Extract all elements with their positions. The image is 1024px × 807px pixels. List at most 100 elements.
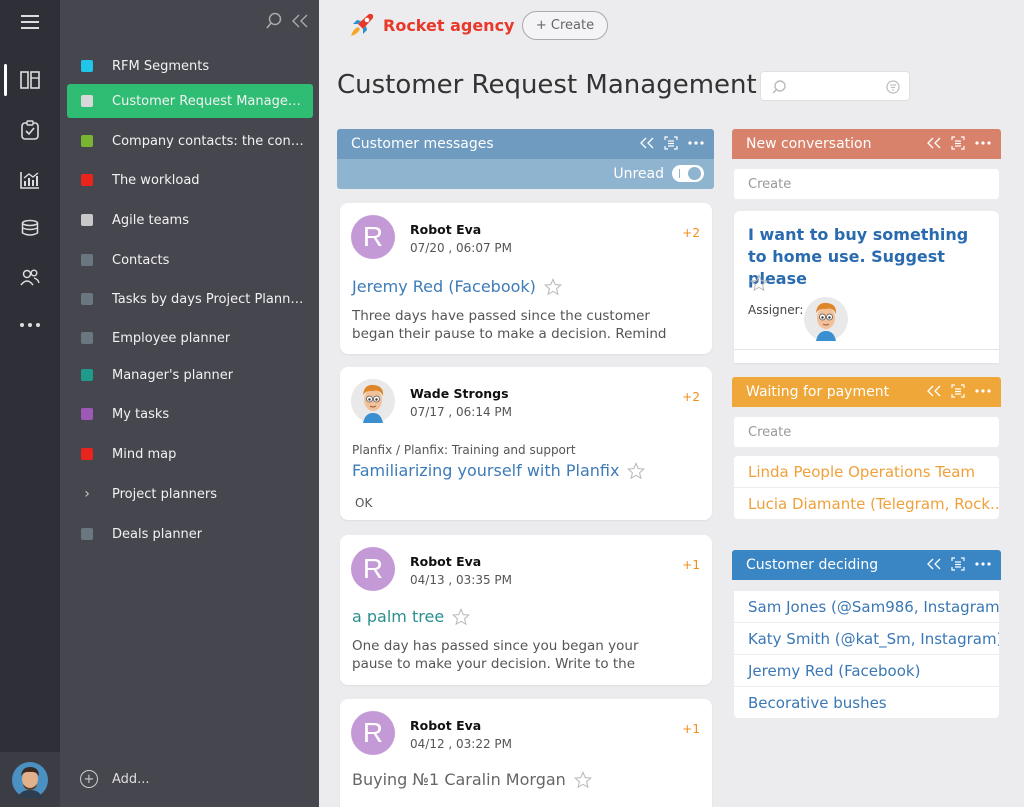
create-button[interactable]: + Create [522, 11, 608, 40]
quick-create-input[interactable]: Create [734, 417, 999, 447]
assigner-avatar-icon[interactable] [804, 297, 848, 341]
list-item[interactable]: Linda People Operations Team [734, 456, 999, 487]
column-header-customer-deciding[interactable]: Customer deciding [732, 550, 1001, 580]
column-header-waiting-for-payment[interactable]: Waiting for payment [732, 377, 1001, 407]
collapse-column-icon[interactable] [640, 135, 654, 151]
list-item[interactable]: Jeremy Red (Facebook) [734, 655, 999, 686]
nav-item-the-workload[interactable]: The workload [67, 163, 313, 197]
message-timestamp: 07/17 , 06:14 PM [410, 405, 513, 419]
star-icon[interactable] [452, 607, 471, 626]
nav-item-project-planners[interactable]: › Project planners [67, 477, 313, 511]
list-item[interactable]: Lucia Diamante (Telegram, Rock... [734, 488, 999, 519]
tasks-icon[interactable] [0, 110, 60, 150]
nav-add-button[interactable]: + Add... [80, 770, 150, 788]
quick-create-input[interactable]: Create [734, 169, 999, 199]
reports-icon[interactable] [0, 160, 60, 200]
color-square-icon [81, 528, 93, 540]
project-path[interactable]: Planfix / Planfix: Training and support [352, 443, 576, 457]
more-dots-icon[interactable] [0, 305, 60, 345]
add-circle-icon: + [80, 770, 98, 788]
message-title[interactable]: Familiarizing yourself with Planfix [352, 461, 619, 480]
collapse-panel-icon[interactable] [291, 12, 309, 30]
message-card[interactable]: R Robot Eva 04/13 , 03:35 PM +1 a palm t… [340, 535, 712, 685]
color-square-icon [81, 174, 93, 186]
chevron-right-icon[interactable]: › [81, 486, 93, 502]
unread-toggle[interactable] [672, 165, 704, 182]
nav-item-mind-map[interactable]: Mind map [67, 437, 313, 471]
nav-item-tasks-by-days[interactable]: Tasks by days Project Planne... [67, 282, 313, 316]
nav-item-label: Mind map [112, 446, 177, 462]
nav-item-employee-planner[interactable]: Employee planner [67, 321, 313, 355]
board-search-input[interactable] [760, 71, 910, 101]
page-title-wrapper[interactable]: Customer Request Management [337, 70, 773, 100]
nav-item-rfm-segments[interactable]: RFM Segments [67, 49, 313, 83]
collapse-column-icon[interactable] [927, 383, 941, 399]
nav-item-label: Tasks by days Project Planne... [112, 291, 304, 307]
new-count-badge: +1 [682, 722, 700, 736]
star-icon[interactable] [627, 461, 646, 480]
more-options-icon[interactable] [975, 556, 991, 572]
message-title[interactable]: Jeremy Red (Facebook) [352, 277, 536, 296]
nav-item-customer-request-management[interactable]: Customer Request Managem... [67, 84, 313, 118]
brand-name: Rocket agency [383, 15, 515, 35]
list-item[interactable]: Katy Smith (@kat_Sm, Instagram) [734, 623, 999, 654]
select-items-icon[interactable] [951, 135, 965, 151]
star-icon[interactable] [750, 274, 768, 292]
nav-item-contacts[interactable]: Contacts [67, 243, 313, 277]
select-items-icon[interactable] [951, 556, 965, 572]
nav-item-deals-planner[interactable]: Deals planner [67, 517, 313, 551]
column-header-customer-messages[interactable]: Customer messages [337, 129, 714, 159]
list-item[interactable]: Becorative bushes [734, 687, 999, 718]
color-square-icon [81, 332, 93, 344]
star-icon[interactable] [543, 277, 562, 296]
message-card[interactable]: R Robot Eva 04/12 , 03:22 PM +1 Buying №… [340, 699, 712, 807]
hamburger-menu-icon[interactable] [0, 2, 60, 42]
contacts-icon[interactable] [0, 257, 60, 297]
user-avatar-icon [12, 761, 48, 798]
card-divider [734, 349, 999, 363]
message-title[interactable]: Buying №1 Caralin Morgan [352, 770, 566, 789]
nav-panel-tools [265, 12, 309, 30]
message-title-row[interactable]: Jeremy Red (Facebook) [352, 277, 562, 296]
unread-filter-bar: Unread [337, 159, 714, 189]
avatar: R [351, 711, 395, 755]
nav-item-label: RFM Segments [112, 58, 210, 74]
star-icon[interactable] [573, 770, 592, 789]
select-items-icon[interactable] [951, 383, 965, 399]
navigation-panel: RFM Segments Customer Request Managem...… [60, 0, 319, 807]
more-options-icon[interactable] [975, 383, 991, 399]
more-options-icon[interactable] [975, 135, 991, 151]
assigner-label: Assigner: [748, 303, 804, 317]
message-title-row[interactable]: a palm tree [352, 607, 471, 626]
nav-item-company-contacts[interactable]: Company contacts: the contr... [67, 124, 313, 158]
nav-item-agile-teams[interactable]: Agile teams [67, 203, 313, 237]
message-card[interactable]: Wade Strongs 07/17 , 06:14 PM +2 Planfix… [340, 367, 712, 520]
column-actions [927, 556, 991, 572]
message-card[interactable]: R Robot Eva 07/20 , 06:07 PM +2 Jeremy R… [340, 203, 712, 354]
message-title[interactable]: a palm tree [352, 607, 444, 626]
nav-item-my-tasks[interactable]: My tasks [67, 397, 313, 431]
collapse-column-icon[interactable] [927, 556, 941, 572]
nav-item-managers-planner[interactable]: Manager's planner [67, 358, 313, 392]
filter-icon[interactable] [886, 80, 900, 94]
message-title-row[interactable]: Familiarizing yourself with Planfix [352, 461, 646, 480]
nav-item-label: Deals planner [112, 526, 203, 542]
inbox-icon[interactable] [0, 208, 60, 248]
brand-logo[interactable]: Rocket agency [347, 10, 514, 40]
user-avatar[interactable] [0, 752, 60, 807]
more-options-icon[interactable] [688, 135, 704, 151]
list-item[interactable]: Sam Jones (@Sam986, Instagram) [734, 591, 999, 622]
column-header-new-conversation[interactable]: New conversation [732, 129, 1001, 159]
sender-name: Robot Eva [410, 718, 482, 733]
collapse-column-icon[interactable] [927, 135, 941, 151]
column-title: Customer messages [351, 136, 494, 152]
conversation-title[interactable]: I want to buy something to home use. Sug… [748, 224, 988, 290]
message-title-row[interactable]: Buying №1 Caralin Morgan [352, 770, 592, 789]
conversation-card[interactable]: I want to buy something to home use. Sug… [734, 211, 999, 363]
select-items-icon[interactable] [664, 135, 678, 151]
nav-search-icon[interactable] [265, 12, 283, 30]
projects-icon[interactable] [0, 60, 60, 100]
icon-rail [0, 0, 60, 807]
nav-item-label: Manager's planner [112, 367, 234, 383]
color-square-icon [81, 135, 93, 147]
